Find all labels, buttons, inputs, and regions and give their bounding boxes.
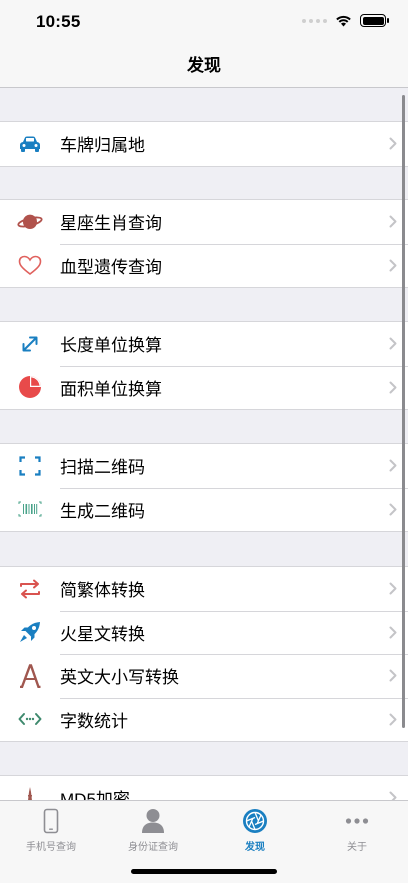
resize-arrow-icon bbox=[22, 336, 38, 352]
list-item-label: 血型遗传查询 bbox=[60, 257, 162, 277]
discover-list[interactable]: 车牌归属地 星座生肖查询 血型遗传查询 长度单位换算 面积单位换算 扫描二维码 … bbox=[0, 88, 408, 800]
tab-label: 发现 bbox=[245, 842, 265, 853]
page-title: 发现 bbox=[187, 56, 221, 75]
chevron-right-icon bbox=[389, 215, 397, 228]
list-item-label: 简繁体转换 bbox=[60, 581, 145, 601]
rocket-icon bbox=[20, 622, 40, 643]
tab-about[interactable]: 关于 bbox=[306, 801, 408, 883]
list-item-label: 英文大小写转换 bbox=[60, 668, 179, 688]
tab-label: 手机号查询 bbox=[26, 842, 76, 853]
planet-icon bbox=[17, 214, 43, 229]
list-item-zodiac[interactable]: 星座生肖查询 bbox=[0, 200, 408, 244]
chevron-right-icon bbox=[389, 582, 397, 595]
list-item-traditional-simplified[interactable]: 简繁体转换 bbox=[0, 567, 408, 611]
group-lookup: 星座生肖查询 血型遗传查询 bbox=[0, 199, 408, 288]
list-item-letter-case[interactable]: 英文大小写转换 bbox=[0, 654, 408, 698]
tab-phone-lookup[interactable]: 手机号查询 bbox=[0, 801, 102, 883]
letter-a-icon bbox=[20, 664, 41, 688]
tower-icon bbox=[28, 786, 32, 800]
phone-icon bbox=[43, 808, 59, 834]
list-item-label: 字数统计 bbox=[60, 711, 128, 731]
heart-icon bbox=[18, 255, 42, 275]
group-text-tools: 简繁体转换 火星文转换 英文大小写转换 字数统计 bbox=[0, 566, 408, 742]
status-time: 10:55 bbox=[36, 12, 81, 31]
list-item-label: 火星文转换 bbox=[60, 624, 145, 644]
list-item-label: 生成二维码 bbox=[60, 501, 145, 521]
aperture-icon bbox=[243, 809, 267, 833]
more-icon bbox=[345, 818, 369, 824]
list-item-label: 车牌归属地 bbox=[60, 136, 145, 156]
group-conversion: 长度单位换算 面积单位换算 bbox=[0, 321, 408, 410]
list-item-word-count[interactable]: 字数统计 bbox=[0, 697, 408, 742]
tab-label: 身份证查询 bbox=[128, 842, 178, 853]
chevron-right-icon bbox=[389, 459, 397, 472]
pie-chart-icon bbox=[19, 376, 41, 399]
chevron-right-icon bbox=[389, 626, 397, 639]
home-indicator[interactable] bbox=[131, 869, 277, 874]
list-item-md5[interactable]: MD5加密 bbox=[0, 776, 408, 800]
list-item-plate-location[interactable]: 车牌归属地 bbox=[0, 122, 408, 166]
chevron-right-icon bbox=[389, 791, 397, 800]
scroll-indicator[interactable] bbox=[402, 95, 405, 728]
battery-icon bbox=[360, 14, 389, 27]
status-bar: 10:55 bbox=[0, 0, 408, 44]
list-item-martian-text[interactable]: 火星文转换 bbox=[0, 610, 408, 655]
list-item-area-conversion[interactable]: 面积单位换算 bbox=[0, 365, 408, 410]
status-icons bbox=[302, 14, 389, 27]
chevron-right-icon bbox=[389, 337, 397, 350]
person-icon bbox=[142, 809, 164, 833]
group-encryption: MD5加密 bbox=[0, 775, 408, 800]
chevron-right-icon bbox=[389, 381, 397, 394]
swap-arrows-icon bbox=[20, 579, 40, 599]
list-item-blood-type[interactable]: 血型遗传查询 bbox=[0, 243, 408, 288]
chevron-right-icon bbox=[389, 713, 397, 726]
list-item-label: 星座生肖查询 bbox=[60, 214, 162, 234]
navigation-bar: 发现 bbox=[0, 44, 408, 88]
list-item-length-conversion[interactable]: 长度单位换算 bbox=[0, 322, 408, 366]
tab-label: 关于 bbox=[347, 842, 367, 853]
list-item-label: 长度单位换算 bbox=[60, 336, 162, 356]
list-item-generate-qrcode[interactable]: 生成二维码 bbox=[0, 487, 408, 532]
car-icon bbox=[20, 136, 40, 152]
signal-icon bbox=[302, 18, 327, 23]
list-item-label: 扫描二维码 bbox=[60, 458, 145, 478]
code-icon bbox=[18, 713, 42, 726]
chevron-right-icon bbox=[389, 669, 397, 682]
group-plate: 车牌归属地 bbox=[0, 121, 408, 167]
list-item-scan-qrcode[interactable]: 扫描二维码 bbox=[0, 444, 408, 488]
list-item-label: MD5加密 bbox=[60, 790, 130, 800]
chevron-right-icon bbox=[389, 259, 397, 272]
chevron-right-icon bbox=[389, 503, 397, 516]
list-item-label: 面积单位换算 bbox=[60, 379, 162, 399]
barcode-icon bbox=[18, 501, 42, 517]
group-qrcode: 扫描二维码 生成二维码 bbox=[0, 443, 408, 532]
scan-icon bbox=[19, 456, 41, 476]
chevron-right-icon bbox=[389, 137, 397, 150]
wifi-icon bbox=[336, 15, 351, 27]
